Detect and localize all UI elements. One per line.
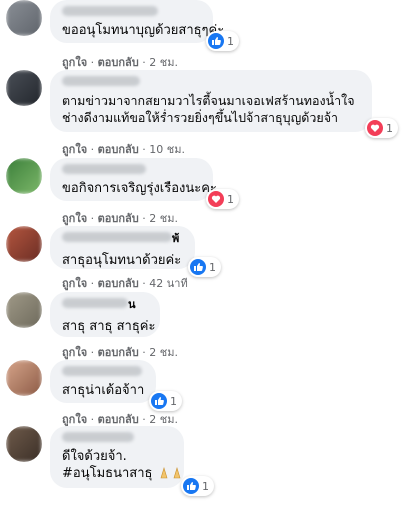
reply-link[interactable]: ตอบกลับ bbox=[98, 209, 139, 227]
author-name[interactable] bbox=[62, 76, 140, 86]
avatar[interactable] bbox=[6, 426, 42, 462]
timestamp[interactable]: 10 ชม. bbox=[149, 140, 185, 158]
comment-actions: ถูกใจ · ตอบกลับ · 10 ชม. bbox=[62, 140, 185, 158]
comment-text: สาธุอนุโมทนาด้วยค่ะ bbox=[62, 253, 182, 268]
comment-text: ดีใจด้วยจ้า. bbox=[62, 449, 127, 464]
reaction-count[interactable]: 1 bbox=[206, 189, 239, 209]
reaction-count[interactable]: 1 bbox=[206, 31, 239, 51]
comment-actions: ถูกใจ · ตอบกลับ · 2 ชม. bbox=[62, 343, 178, 361]
thumbs-up-icon bbox=[183, 478, 199, 494]
like-link[interactable]: ถูกใจ bbox=[62, 343, 87, 361]
comment-text: สาธุน่าเด้อจ้าา bbox=[62, 383, 145, 398]
comment-bubble: ขอกิจการเจริญรุ่งเรืองนะคะ 1 bbox=[50, 158, 239, 209]
reply-link[interactable]: ตอบกลับ bbox=[98, 53, 139, 71]
thumbs-up-icon bbox=[151, 393, 167, 409]
comment-bubble: น สาธุ สาธุ สาธุค่ะ bbox=[50, 292, 160, 337]
comment-bubble: ตามข่าวมาจากสยามวาไรตี้จนมาเจอเฟสร้านทอง… bbox=[50, 70, 398, 138]
thumbs-up-icon bbox=[208, 33, 224, 49]
comment-bubble: ขออนุโมทนาบุญด้วยสาธุๆค่ะ 1 bbox=[50, 0, 239, 51]
like-link[interactable]: ถูกใจ bbox=[62, 140, 87, 158]
timestamp[interactable]: 2 ชม. bbox=[149, 343, 178, 361]
avatar[interactable] bbox=[6, 0, 42, 36]
comment-text: สาธุ สาธุ สาธุค่ะ bbox=[62, 319, 156, 334]
comment-bubble: สาธุน่าเด้อจ้าา 1 bbox=[50, 360, 182, 411]
comment-actions: ถูกใจ · ตอบกลับ · 2 ชม. bbox=[62, 209, 178, 227]
like-link[interactable]: ถูกใจ bbox=[62, 209, 87, 227]
author-name[interactable] bbox=[62, 298, 128, 308]
comment-bubble: ดีใจด้วยจ้า. #อนุโมธนาสาธุ 1 bbox=[50, 426, 214, 496]
reaction-count[interactable]: 1 bbox=[365, 118, 398, 138]
comment-actions: ถูกใจ · ตอบกลับ · 42 นาที bbox=[62, 274, 188, 292]
reply-link[interactable]: ตอบกลับ bbox=[98, 274, 139, 292]
comment-actions: ถูกใจ · ตอบกลับ · 2 ชม. bbox=[62, 53, 178, 71]
author-name[interactable] bbox=[62, 232, 172, 242]
reply-link[interactable]: ตอบกลับ bbox=[98, 343, 139, 361]
author-name-visible[interactable]: พ้ bbox=[172, 232, 179, 245]
thumbs-up-icon bbox=[190, 259, 206, 275]
comment-bubble: พ้ สาธุอนุโมทนาด้วยค่ะ 1 bbox=[50, 226, 221, 277]
reaction-count[interactable]: 1 bbox=[181, 476, 214, 496]
timestamp[interactable]: 2 ชม. bbox=[149, 53, 178, 71]
hashtag-link[interactable]: #อนุโมธนาสาธุ bbox=[62, 466, 152, 481]
reaction-count[interactable]: 1 bbox=[149, 391, 182, 411]
comment-text-hashtag: #อนุโมธนาสาธุ bbox=[62, 465, 181, 484]
author-name[interactable] bbox=[62, 164, 146, 174]
author-name[interactable] bbox=[62, 432, 134, 442]
comment-text: ขอกิจการเจริญรุ่งเรืองนะคะ bbox=[62, 181, 217, 196]
avatar[interactable] bbox=[6, 70, 42, 106]
comment-text: ตามข่าวมาจากสยามวาไรตี้จนมาเจอเฟสร้านทอง… bbox=[62, 93, 355, 125]
avatar[interactable] bbox=[6, 292, 42, 328]
author-name[interactable] bbox=[62, 366, 142, 376]
avatar[interactable] bbox=[6, 360, 42, 396]
author-name-visible[interactable]: น bbox=[128, 298, 136, 311]
heart-icon bbox=[367, 120, 383, 136]
praying-hands-icon bbox=[158, 466, 184, 484]
heart-icon bbox=[208, 191, 224, 207]
avatar[interactable] bbox=[6, 158, 42, 194]
avatar[interactable] bbox=[6, 226, 42, 262]
author-name[interactable] bbox=[62, 6, 158, 16]
reaction-count[interactable]: 1 bbox=[188, 257, 221, 277]
timestamp[interactable]: 42 นาที bbox=[149, 274, 187, 292]
timestamp[interactable]: 2 ชม. bbox=[149, 209, 178, 227]
like-link[interactable]: ถูกใจ bbox=[62, 274, 87, 292]
like-link[interactable]: ถูกใจ bbox=[62, 53, 87, 71]
comment-text: ขออนุโมทนาบุญด้วยสาธุๆค่ะ bbox=[62, 23, 225, 38]
reply-link[interactable]: ตอบกลับ bbox=[98, 140, 139, 158]
